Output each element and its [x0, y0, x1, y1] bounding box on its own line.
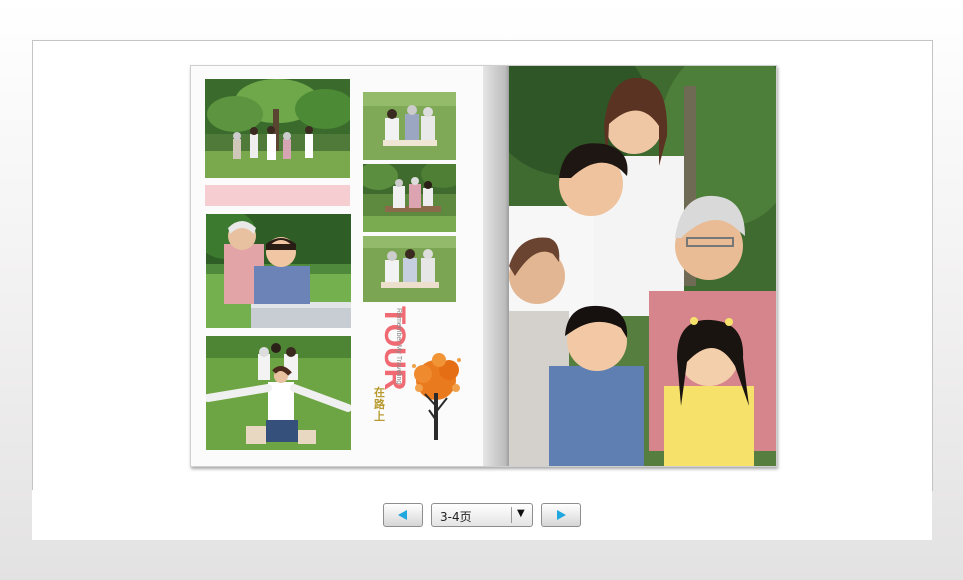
left-triangle-icon — [398, 510, 407, 520]
left-page[interactable]: TOUR Remember My Traveling 在路上 — [191, 66, 483, 466]
right-page[interactable] — [509, 66, 776, 466]
photo-book[interactable]: TOUR Remember My Traveling 在路上 — [190, 65, 777, 467]
caption-bar — [205, 185, 350, 206]
photo-family-park-walk — [205, 79, 350, 178]
photo-grandpa-boy-fountain — [206, 214, 351, 328]
dropdown-arrow-icon[interactable]: ▼ — [517, 508, 525, 519]
chinese-subtitle: 在路上 — [374, 386, 385, 423]
next-page-button[interactable] — [541, 503, 581, 527]
page-select-divider — [511, 507, 512, 523]
photo-family-lawn — [206, 336, 351, 450]
pager-bar: 3-4页 ▼ — [32, 490, 932, 540]
photo-seniors-grass-2 — [363, 236, 456, 302]
right-triangle-icon — [557, 510, 566, 520]
book-spine-shadow — [483, 66, 509, 466]
page-select[interactable]: 3-4页 ▼ — [431, 503, 533, 527]
book-viewer: TOUR Remember My Traveling 在路上 — [32, 40, 933, 491]
orange-tree-icon — [409, 348, 465, 450]
page-select-value: 3-4页 — [440, 510, 472, 524]
tour-subtitle: Remember My Traveling — [395, 308, 402, 385]
prev-page-button[interactable] — [383, 503, 423, 527]
photo-seniors-bench — [363, 164, 456, 232]
photo-family-portrait — [509, 66, 776, 466]
photo-seniors-grass-1 — [363, 92, 456, 160]
